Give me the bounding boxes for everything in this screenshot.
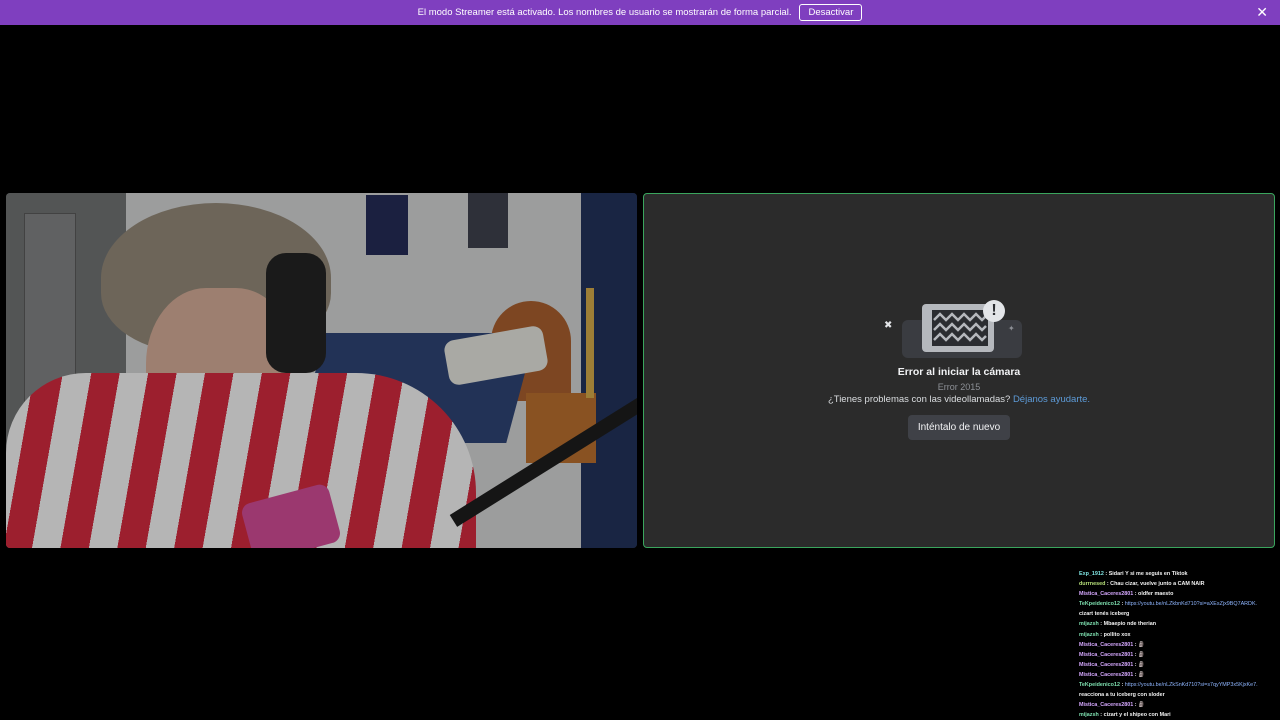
chat-username: Mistica_Caceres2801 <box>1079 702 1134 709</box>
help-text: ¿Tienes problemas con las videollamadas? <box>827 394 1011 405</box>
chat-message: TeKpeidenico12 : https://youtu.be/nLZkSn… <box>1079 682 1258 689</box>
chat-username: TeKpeidenico12 <box>1079 601 1120 608</box>
chat-text: 🗿 <box>1138 702 1145 709</box>
static-screen-icon <box>933 312 987 342</box>
chat-username: TeKpeidenico12 <box>1079 682 1120 689</box>
chat-username: Mistica_Caceres2801 <box>1079 661 1134 668</box>
chat-link[interactable]: https://youtu.be/nLZkSnKd710?si=s7qyYMP3… <box>1125 682 1258 688</box>
chat-text: cizart y el shipeo con Mari <box>1103 712 1171 719</box>
chat-username: Mistica_Caceres2801 <box>1079 671 1134 678</box>
chat-message: Mistica_Caceres2801 : 🗿 <box>1079 651 1145 658</box>
chat-message: Mistica_Caceres2801 : 🗿 <box>1079 641 1145 648</box>
chat-text: Chau cizar, vuelve junto a CAM NAIR <box>1110 581 1205 588</box>
sparkle-icon: ✦ <box>1008 324 1015 333</box>
chat-message: mijazsh : pollito xox <box>1079 631 1131 638</box>
streamer-mode-banner: El modo Streamer está activado. Los nomb… <box>0 0 1280 25</box>
chat-link[interactable]: https://youtu.be/nLZkbnKd710?si=aXEsZjx9… <box>1125 601 1257 607</box>
chat-username: Mistica_Caceres2801 <box>1079 651 1134 658</box>
chat-text: 🗿 <box>1138 641 1145 648</box>
chat-message: reacciona a tu iceberg con sloder <box>1079 690 1275 700</box>
camera-feed <box>6 193 637 548</box>
error-code: Error 2015 <box>937 382 981 392</box>
chat-message: mijazsh : cizart y el shipeo con Mari <box>1079 712 1171 719</box>
chat-text: 🗿 <box>1138 651 1145 658</box>
retry-button[interactable]: Inténtalo de nuevo <box>907 415 1011 440</box>
streamer-mode-message: El modo Streamer está activado. Los nomb… <box>417 7 792 18</box>
error-title: Error al iniciar la cámara <box>897 366 1021 378</box>
chat-username: mijazsh <box>1079 712 1099 719</box>
chat-text: 🗿 <box>1138 661 1145 668</box>
chat-message: TeKpeidenico12 : https://youtu.be/nLZkbn… <box>1079 601 1258 608</box>
chat-username: mijazsh <box>1079 621 1099 628</box>
chat-message: mijazsh : Mbaepio nde therian <box>1079 621 1156 628</box>
video-tile-user[interactable] <box>6 193 637 548</box>
chat-text: Sidari Y si me seguis en Tiktok <box>1108 571 1188 577</box>
chat-text: oldfer maesto <box>1138 591 1174 598</box>
close-icon[interactable]: ✕ <box>1256 5 1268 19</box>
alert-icon: ! <box>983 300 1005 322</box>
error-help: ¿Tienes problemas con las videollamadas?… <box>828 394 1090 405</box>
chat-message: durrnesed : Chau cizar, vuelve junto a C… <box>1079 581 1205 588</box>
deactivate-button[interactable]: Desactivar <box>799 4 863 21</box>
chat-text: Mbaepio nde therian <box>1103 621 1156 628</box>
chat-username: Mistica_Caceres2801 <box>1079 591 1134 598</box>
help-link[interactable]: Déjanos ayudarte. <box>1013 394 1090 405</box>
chat-username: Mistica_Caceres2801 <box>1079 641 1134 648</box>
camera-error-illustration: ✖ ! ✦ <box>884 296 1034 360</box>
chat-overlay: Exp_1912 : Sidari Y si me seguis en Tikt… <box>1079 569 1275 720</box>
chat-username: mijazsh <box>1079 631 1099 638</box>
chat-text: 🗿 <box>1138 671 1145 678</box>
chat-message: Mistica_Caceres2801 : oldfer maesto <box>1079 591 1174 598</box>
chat-username: durrnesed <box>1079 581 1106 588</box>
chat-text: pollito xox <box>1103 631 1131 638</box>
chat-message: Exp_1912 : Sidari Y si me seguis en Tikt… <box>1079 571 1188 577</box>
chat-message: Mistica_Caceres2801 : 🗿 <box>1079 671 1145 678</box>
chat-text: cizart tenés iceberg <box>1079 611 1130 618</box>
chat-username: Exp_1912 <box>1079 571 1104 577</box>
chat-text: reacciona a tu iceberg con sloder <box>1079 692 1165 699</box>
chat-message: Mistica_Caceres2801 : 🗿 <box>1079 661 1145 668</box>
chat-message: Mistica_Caceres2801 : 🗿 <box>1079 702 1145 709</box>
camera-error-panel: ✖ ! ✦ Error al iniciar la cámara Error 2… <box>644 194 1274 547</box>
chat-message: cizart tenés iceberg <box>1079 609 1275 619</box>
video-tile-self[interactable]: ✖ ! ✦ Error al iniciar la cámara Error 2… <box>643 193 1275 548</box>
close-icon: ✖ <box>884 320 893 331</box>
